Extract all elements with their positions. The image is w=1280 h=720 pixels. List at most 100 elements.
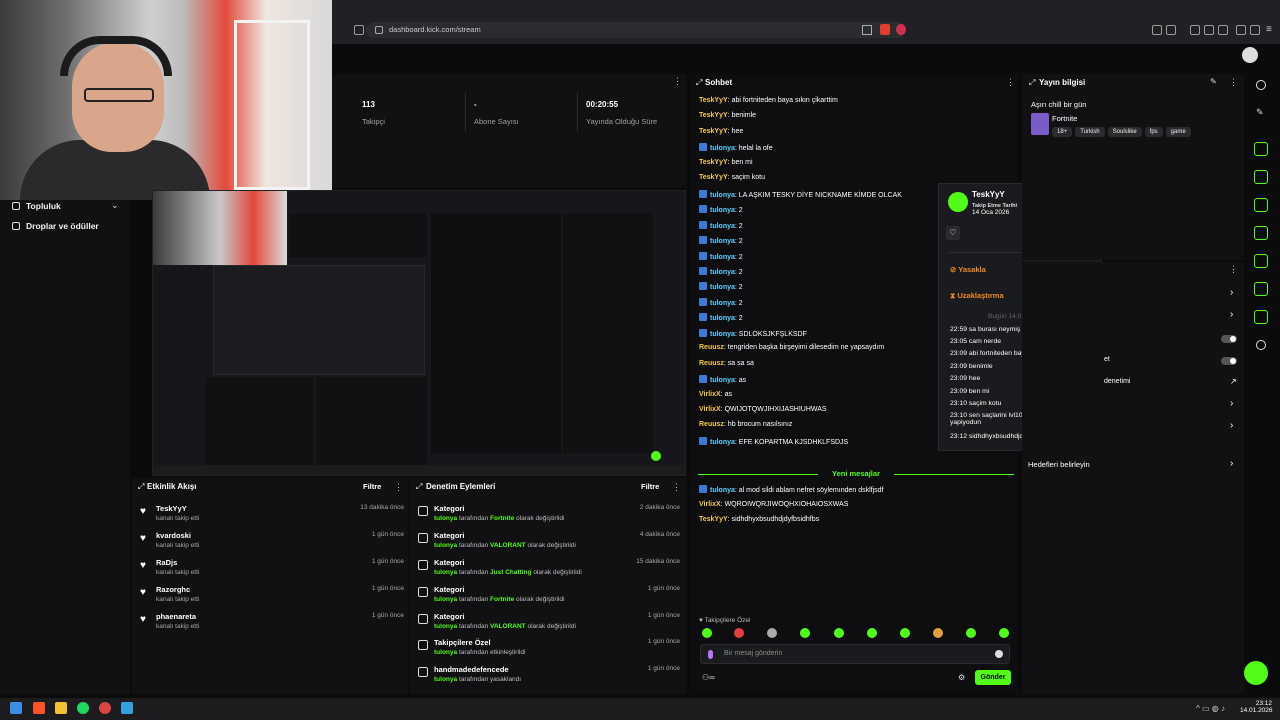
windows-start-icon[interactable] <box>10 702 22 714</box>
chat-username[interactable]: TeskYyY <box>699 112 728 119</box>
chat-username[interactable]: tulonya <box>710 207 735 214</box>
extensions-icon[interactable] <box>1152 25 1162 35</box>
chat-message[interactable]: Reuusz: tengriden başka birşeyimi dilese… <box>699 344 884 351</box>
chat-message[interactable]: TeskYyY: ben mi <box>699 159 753 166</box>
mod-filter-button[interactable]: Filtre <box>641 482 659 491</box>
rewards-icon[interactable] <box>896 24 906 35</box>
url-text[interactable]: dashboard.kick.com/stream <box>389 25 481 34</box>
activity-item[interactable]: ♥ phaenareta kanalı takip etti 1 gün önce <box>140 612 404 638</box>
emote-icon[interactable] <box>734 628 744 638</box>
chat-message[interactable]: TeskYyY: hee <box>699 128 743 135</box>
chat-message[interactable]: tulonya: LA AŞKIM TESKY DİYE NICKNAME Kİ… <box>699 189 902 199</box>
expand-icon[interactable]: ⤢ <box>696 78 702 88</box>
activity-user[interactable]: phaenareta <box>156 612 196 621</box>
mod-action-item[interactable]: Takipçilere Özel tulonya tarafından etkin… <box>418 638 680 664</box>
people-icon[interactable] <box>1256 340 1266 350</box>
mod-user[interactable]: tulonya <box>434 596 457 603</box>
chevron-right-icon[interactable]: › <box>1230 458 1233 469</box>
chat-message[interactable]: tulonya: 2 <box>699 266 743 276</box>
tray-icons[interactable]: ^ ▭ ◍ ♪ <box>1196 704 1225 713</box>
chat-message[interactable]: VirlixX: QWIJOTQWJIHXIJASHIUHWAS <box>699 406 827 413</box>
emote-icon[interactable] <box>867 628 877 638</box>
mod-more-icon[interactable]: ⋮ <box>672 482 681 492</box>
chat-username[interactable]: tulonya <box>710 331 735 338</box>
sidebar-item-community[interactable]: Topluluk <box>12 201 61 211</box>
external-link-icon[interactable]: ↗ <box>1230 377 1237 386</box>
stream-preview[interactable] <box>152 190 686 476</box>
app-icon[interactable] <box>121 702 133 714</box>
chat-username[interactable]: TeskYyY <box>699 128 728 135</box>
mod-action-item[interactable]: Kategori tulonya tarafından VALORANT olar… <box>418 612 680 638</box>
emote-icon[interactable] <box>767 628 777 638</box>
activity-filter-button[interactable]: Filtre <box>363 482 381 491</box>
chat-username[interactable]: tulonya <box>710 223 735 230</box>
chevron-right-icon[interactable]: › <box>1230 287 1233 298</box>
mod-user[interactable]: tulonya <box>434 569 457 576</box>
brave-icon[interactable] <box>33 702 45 714</box>
chat-username[interactable]: tulonya <box>710 254 735 261</box>
emote-icon[interactable] <box>900 628 910 638</box>
mod-user[interactable]: tulonya <box>434 676 457 683</box>
ban-row[interactable]: ⊘ Yasakla <box>950 265 986 274</box>
clock[interactable]: 23:12 14.01.2026 <box>1240 700 1273 714</box>
mod-action-item[interactable]: Kategori tulonya tarafından VALORANT olar… <box>418 531 680 557</box>
shield-icon[interactable] <box>1236 25 1246 35</box>
chat-message[interactable]: VirlixX: WQROIWQRJIWOQHXIOHAIOSXWAS <box>699 501 848 508</box>
chat-username[interactable]: tulonya <box>710 145 735 152</box>
expand-icon[interactable]: ⤢ <box>138 482 144 492</box>
chat-username[interactable]: VirlixX <box>699 501 721 508</box>
sidebar-toggle-icon[interactable] <box>1166 25 1176 35</box>
sidebar-item-drops[interactable]: Droplar ve ödüller <box>12 221 99 231</box>
chat-username[interactable]: tulonya <box>710 300 735 307</box>
actions-more-icon[interactable]: ⋮ <box>1229 264 1238 274</box>
folder-icon[interactable] <box>55 702 67 714</box>
bookmark-icon[interactable] <box>354 25 364 35</box>
chat-username[interactable]: TeskYyY <box>699 174 728 181</box>
info-more-icon[interactable]: ⋮ <box>1229 77 1238 87</box>
tabs-icon[interactable] <box>1204 25 1214 35</box>
chat-message[interactable]: Reuusz: sa sa sa <box>699 360 754 367</box>
microphone-icon[interactable] <box>708 650 713 659</box>
obs-icon[interactable] <box>99 702 111 714</box>
chat-message[interactable]: tulonya: 2 <box>699 205 743 214</box>
chat-message[interactable]: tulonya: 2 <box>699 251 743 261</box>
expand-icon[interactable]: ⤢ <box>1029 78 1035 88</box>
mod-user[interactable]: tulonya <box>434 623 457 630</box>
chat-message[interactable]: TeskYyY: abi fortniteden baya sıkın çika… <box>699 97 838 104</box>
chat-message[interactable]: Reuusz: hb brocum nasılsınız <box>699 421 792 428</box>
mod-action-item[interactable]: handmadedefencede tulonya tarafından yasa… <box>418 665 680 691</box>
music-icon[interactable] <box>1190 25 1200 35</box>
chat-message[interactable]: tulonya: 2 <box>699 313 743 322</box>
mod-action-item[interactable]: Kategori tulonya tarafından Fortnite olar… <box>418 504 680 530</box>
activity-item[interactable]: ♥ Razorghc kanalı takip etti 1 gün önce <box>140 585 404 611</box>
chat-more-icon[interactable]: ⋮ <box>1006 77 1015 87</box>
site-info-icon[interactable] <box>375 26 383 34</box>
help-chat-button[interactable] <box>1244 661 1268 685</box>
heart-icon[interactable]: ♡ <box>946 226 960 240</box>
chat-message[interactable]: tulonya: 2 <box>699 220 743 230</box>
emote-icon[interactable] <box>702 628 712 638</box>
emote-icon[interactable] <box>999 628 1009 638</box>
brave-shield-icon[interactable] <box>880 24 890 35</box>
activity-user[interactable]: Razorghc <box>156 585 190 594</box>
chat-message[interactable]: TeskYyY: saçim kotu <box>699 174 765 181</box>
activity-item[interactable]: ♥ TeskYyY kanalı takip etti 13 dakika önce <box>140 504 404 530</box>
chat-username[interactable]: VirlixX <box>699 406 721 413</box>
chat-username[interactable]: tulonya <box>710 192 735 199</box>
spotify-icon[interactable] <box>77 702 89 714</box>
chat-username[interactable]: TeskYyY <box>699 97 728 104</box>
edit-icon[interactable]: ✎ <box>1210 77 1217 86</box>
activity-item[interactable]: ♥ RaDjs kanalı takip etti 1 gün önce <box>140 558 404 584</box>
chat-message[interactable]: tulonya: 2 <box>699 236 743 245</box>
chat-message[interactable]: TeskYyY: benimle <box>699 112 756 119</box>
pencil-icon[interactable]: ✎ <box>1256 107 1264 118</box>
activity-user[interactable]: RaDjs <box>156 558 177 567</box>
users-icon[interactable]: ⚇∞ <box>702 673 715 682</box>
download-icon[interactable] <box>1218 25 1228 35</box>
chat-message[interactable]: TeskYyY: sidhdhyxbsudhdjdyfbsidhfbs <box>699 516 819 523</box>
info-icon[interactable] <box>1256 80 1266 90</box>
chevron-down-icon[interactable]: ⌄ <box>111 200 119 211</box>
poll-icon[interactable] <box>1254 198 1268 212</box>
mod-action-item[interactable]: Kategori tulonya tarafından Just Chatting… <box>418 558 680 584</box>
emote-icon[interactable] <box>834 628 844 638</box>
